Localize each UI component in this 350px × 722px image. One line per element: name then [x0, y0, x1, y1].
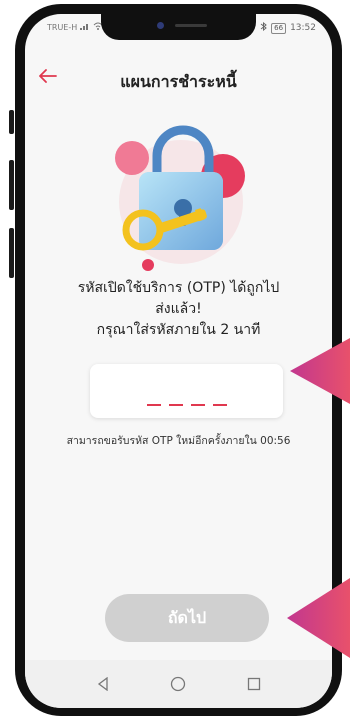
phone-screen: TRUE-H 66 13:52 แผนการชำระหนี้ รหัสเปิดใ…	[25, 14, 332, 708]
otp-message-line: กรุณาใส่รหัสภายใน 2 นาที	[96, 322, 261, 338]
camera-icon	[157, 22, 164, 29]
otp-digit-slot	[212, 404, 227, 406]
resend-countdown: สามารถขอรับรหัส OTP ใหม่อีกครั้งภายใน 00…	[66, 435, 291, 447]
otp-digit-slot	[146, 404, 161, 406]
speaker-grille	[175, 24, 207, 27]
pointer-arrow-icon	[290, 338, 350, 404]
otp-digit-slot	[168, 404, 183, 406]
nav-home-icon[interactable]	[168, 674, 188, 694]
volume-down-button	[9, 160, 14, 210]
nav-recents-icon[interactable]	[244, 674, 264, 694]
battery-icon: 66	[271, 22, 287, 34]
otp-message-line: ส่งแล้ว!	[155, 301, 202, 317]
power-button	[9, 228, 14, 278]
padlock-with-key-icon	[115, 125, 245, 271]
system-nav-bar	[25, 660, 332, 708]
bluetooth-icon	[260, 21, 267, 34]
page-title: แผนการชำระหนี้	[120, 72, 237, 91]
otp-input[interactable]	[90, 364, 283, 418]
notch	[101, 14, 256, 40]
otp-message: รหัสเปิดใช้บริการ (OTP) ได้ถูกไป ส่งแล้ว…	[45, 278, 312, 341]
otp-digit-slot	[190, 404, 205, 406]
signal-icon	[80, 22, 90, 32]
clock: 13:52	[290, 23, 316, 33]
status-bar-right: 66 13:52	[260, 21, 316, 34]
status-bar-left: TRUE-H	[47, 22, 103, 32]
next-button[interactable]: ถัดไป	[105, 594, 269, 642]
otp-message-line: รหัสเปิดใช้บริการ (OTP) ได้ถูกไป	[77, 280, 280, 296]
pointer-arrow-icon	[287, 578, 350, 658]
volume-up-button	[9, 110, 14, 134]
nav-back-icon[interactable]	[93, 674, 113, 694]
carrier-label: TRUE-H	[47, 22, 78, 32]
